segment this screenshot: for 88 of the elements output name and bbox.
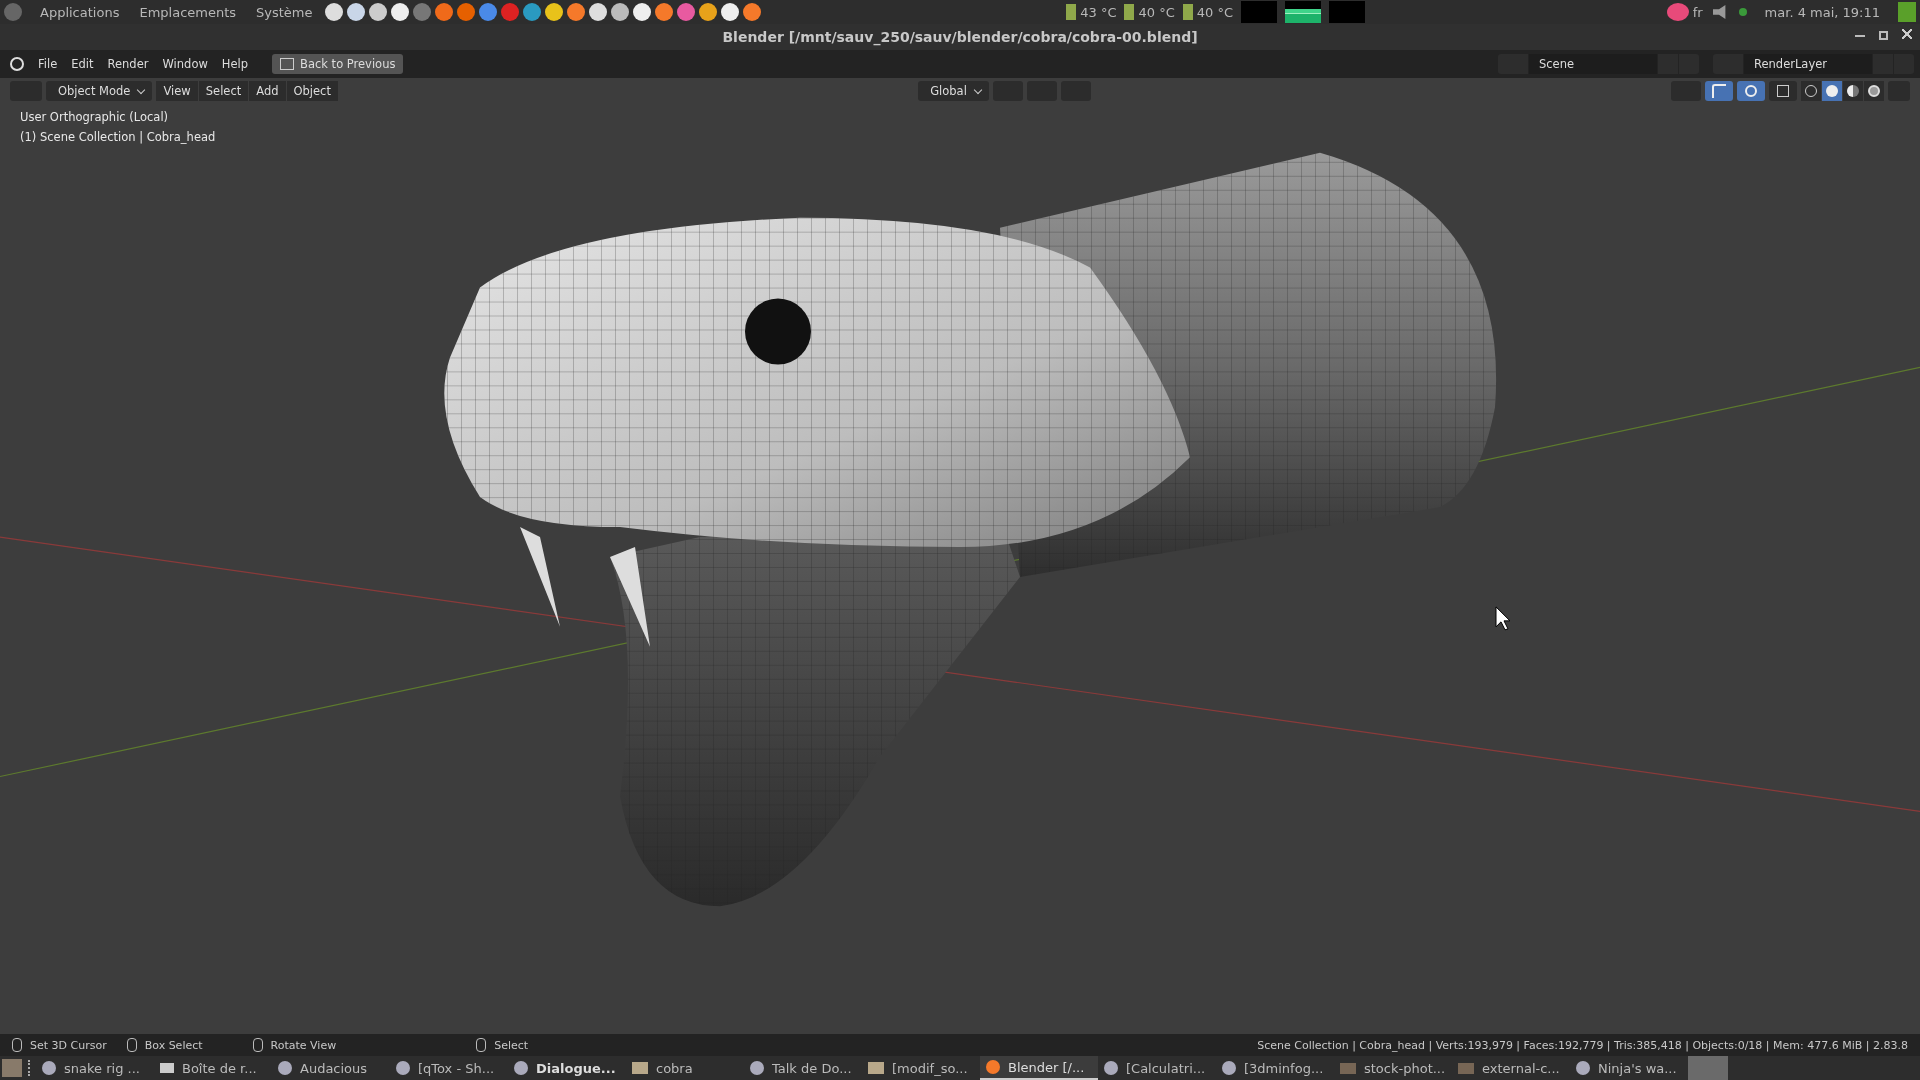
app-icon [1104,1061,1118,1075]
mouse-icon [126,1038,137,1052]
memory-graph [1285,1,1321,23]
app-launcher-icon[interactable] [742,3,761,21]
app-icon [514,1061,528,1075]
viewport-info-text: (1) Scene Collection | Cobra_head [20,130,216,144]
app-launcher-icon[interactable] [368,3,387,21]
rendered-shading-button[interactable] [1864,81,1884,101]
temperature-reading: 40 °C [1138,4,1175,20]
solid-shading-button[interactable] [1822,81,1842,101]
keyboard-layout[interactable]: fr [1692,4,1703,20]
panel-menu[interactable]: Système [248,4,321,20]
status-hint: Box Select [144,1038,203,1052]
menu-item[interactable]: Object [286,81,338,101]
taskbar-button[interactable]: Boîte de r... [154,1056,272,1080]
panel-menu[interactable]: Applications [32,4,128,20]
app-launcher-icon[interactable] [390,3,409,21]
app-icon [1222,1061,1236,1075]
material-shading-button[interactable] [1843,81,1863,101]
taskbar-button[interactable]: [Calculatri... [1098,1056,1216,1080]
taskbar-button[interactable]: cobra [626,1056,744,1080]
app-launcher-icon[interactable] [654,3,673,21]
mouse-icon [252,1038,263,1052]
close-button[interactable] [1902,29,1912,39]
temperature-reading: 40 °C [1196,4,1233,20]
app-launcher-icon[interactable] [632,3,651,21]
app-icon [986,1060,1000,1074]
sensor-icon [1182,4,1193,20]
maximize-button[interactable] [1879,31,1888,40]
taskbar-button[interactable]: Ninja's wa... [1570,1056,1688,1080]
network-status-icon[interactable] [1738,8,1747,16]
menu-item[interactable]: File [32,54,64,74]
app-launcher-icon[interactable] [544,3,563,21]
taskbar-button[interactable]: stock-phot... [1334,1056,1452,1080]
taskbar-button[interactable]: Blender [/... [980,1056,1098,1080]
sensor-icon [1124,4,1135,20]
scene-statistics: Scene Collection | Cobra_head | Verts:193,979 | Faces:192,779 | Tris:385,418 | Objects:0/18 | Mem: 477.6 MiB | 2.83.8 [1257,1038,1908,1052]
app-icon [1576,1061,1590,1075]
app-icon [396,1061,410,1075]
panel-menu[interactable]: Emplacements [131,4,245,20]
back-to-previous-button[interactable]: Back to Previous [272,54,404,74]
app-launcher-icon[interactable] [720,3,739,21]
app-launcher-icon[interactable] [588,3,607,21]
taskbar-button[interactable]: external-c... [1452,1056,1570,1080]
window-title: Blender [/mnt/sauv_250/sauv/blender/cobra/cobra-00.blend] [722,29,1198,45]
orientation-dropdown[interactable]: Global [918,81,989,101]
overlay-toggle[interactable] [1737,81,1765,101]
app-icon [750,1061,764,1075]
taskbar-button[interactable]: snake rig ... [36,1056,154,1080]
cpu-graph [1241,1,1277,23]
menu-item[interactable]: Edit [65,54,100,74]
network-graph [1329,1,1365,23]
menu-item[interactable]: Select [198,81,249,101]
app-icon [278,1061,292,1075]
xray-toggle[interactable] [1769,81,1797,101]
temperature-reading: 43 °C [1080,4,1117,20]
status-hint: Set 3D Cursor [30,1038,107,1052]
app-launcher-icon[interactable] [610,3,629,21]
view-layer-field[interactable]: RenderLayer [1744,54,1872,74]
taskbar-button[interactable]: Audacious [272,1056,390,1080]
status-hint: Select [494,1038,529,1052]
menu-item[interactable]: Window [156,54,214,74]
screen-icon [280,58,295,70]
clock[interactable]: mar. 4 mai, 19:11 [1764,4,1880,20]
menu-item[interactable]: View [156,81,198,101]
mode-dropdown[interactable]: Object Mode [46,81,153,101]
menu-item[interactable]: Add [249,81,286,101]
menu-item[interactable]: Render [101,54,155,74]
app-launcher-icon[interactable] [324,3,343,21]
scene-field[interactable]: Scene [1529,54,1657,74]
sensor-icon [1066,4,1077,20]
app-launcher-icon[interactable] [698,3,717,21]
taskbar-button[interactable]: Talk de Do... [744,1056,862,1080]
status-hint: Rotate View [270,1038,337,1052]
wireframe-shading-button[interactable] [1801,81,1821,101]
viewport-info-text: User Orthographic (Local) [20,110,170,124]
mouse-icon [476,1038,487,1052]
gizmo-toggle[interactable] [1705,81,1733,101]
taskbar-button[interactable]: [3dminfog... [1216,1056,1334,1080]
taskbar-button[interactable]: Dialogue... [508,1056,626,1080]
mouse-icon [12,1038,22,1052]
taskbar-button[interactable]: [modif_so... [862,1056,980,1080]
app-icon [42,1061,56,1075]
app-launcher-icon[interactable] [566,3,585,21]
app-launcher-icon[interactable] [346,3,365,21]
menu-item[interactable]: Help [215,54,255,74]
mouse-pointer-icon [1495,606,1511,631]
taskbar-button[interactable]: [qTox - Sh... [390,1056,508,1080]
